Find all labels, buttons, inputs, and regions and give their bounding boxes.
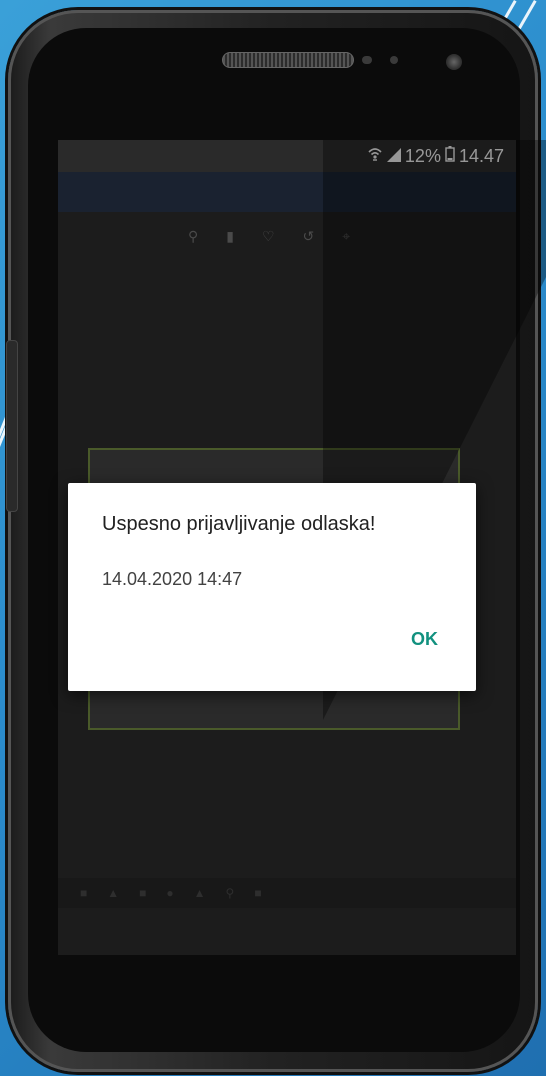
heart-icon[interactable]: ♡	[262, 228, 275, 245]
signal-icon	[386, 146, 401, 167]
bottom-tool-icon[interactable]: ▲	[194, 886, 206, 900]
ok-button[interactable]: OK	[409, 625, 440, 654]
bottom-tool-icon[interactable]: ■	[80, 886, 87, 900]
dialog-title: Uspesno prijavljivanje odlaska!	[102, 513, 376, 535]
status-indicators: 12% 14.47	[367, 146, 504, 167]
battery-icon	[445, 146, 455, 167]
bottom-tool-icon[interactable]: ■	[139, 886, 146, 900]
undo-icon[interactable]: ↺	[303, 228, 315, 245]
zoom-icon[interactable]: ⚲	[188, 228, 198, 245]
bottom-tool-icon[interactable]: ■	[254, 886, 261, 900]
bottom-tool-icon[interactable]: ▲	[107, 886, 119, 900]
dialog-message: 14.04.2020 14:47	[102, 569, 243, 589]
clock: 14.47	[458, 146, 504, 166]
volume-button[interactable]	[6, 340, 18, 512]
toolbar: ⚲ ▮ ♡ ↺ ⌖	[188, 228, 350, 245]
bottom-toolbar: ■ ▲ ■ ● ▲ ⚲ ■	[58, 878, 516, 908]
status-bar: 12% 14.47	[58, 140, 516, 172]
bottom-tool-icon[interactable]: ⚲	[226, 886, 235, 900]
battery-percent: 12%	[404, 146, 441, 166]
bottom-tool-icon[interactable]: ●	[166, 886, 173, 900]
earpiece-speaker	[222, 52, 354, 68]
front-camera	[446, 54, 462, 70]
light-sensor	[390, 56, 398, 64]
proximity-sensor	[362, 56, 372, 64]
crop-icon[interactable]: ⌖	[342, 228, 350, 245]
wifi-icon	[367, 146, 383, 167]
alert-dialog: Uspesno prijavljivanje odlaska! 14.04.20…	[68, 483, 476, 691]
app-bar	[58, 172, 516, 212]
delete-icon[interactable]: ▮	[226, 228, 234, 245]
